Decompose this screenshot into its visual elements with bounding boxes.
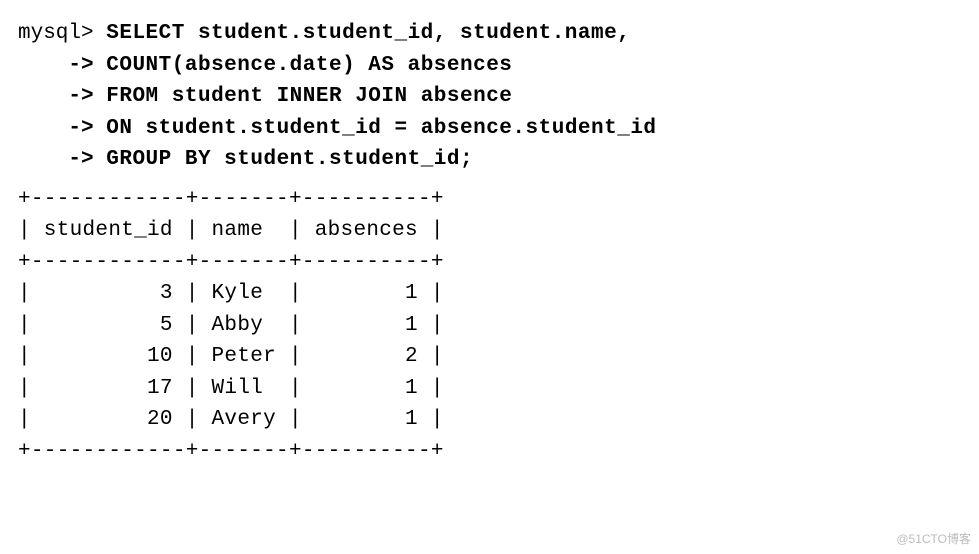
sql-line-1: SELECT student.student_id, student.name, [106,22,630,45]
table-header-row: | student_id | name | absences | [18,219,444,242]
table-row: | 3 | Kyle | 1 | [18,282,444,305]
sql-line-5: GROUP BY student.student_id; [106,148,473,171]
table-border-mid: +------------+-------+----------+ [18,251,444,274]
mysql-prompt: mysql> [18,22,94,45]
table-border-bottom: +------------+-------+----------+ [18,440,444,463]
table-border-top: +------------+-------+----------+ [18,188,444,211]
table-row: | 20 | Avery | 1 | [18,408,444,431]
continuation-arrow: -> [68,148,93,171]
continuation-arrow: -> [68,54,93,77]
sql-line-4: ON student.student_id = absence.student_… [106,117,656,140]
continuation-arrow: -> [68,85,93,108]
watermark-text: @51CTO博客 [896,530,971,548]
table-row: | 17 | Will | 1 | [18,377,444,400]
continuation-arrow: -> [68,117,93,140]
sql-line-2: COUNT(absence.date) AS absences [106,54,512,77]
table-row: | 5 | Abby | 1 | [18,314,444,337]
sql-query-block: mysql> SELECT student.student_id, studen… [18,18,961,176]
result-table-block: +------------+-------+----------+ | stud… [18,184,961,468]
sql-line-3: FROM student INNER JOIN absence [106,85,512,108]
table-row: | 10 | Peter | 2 | [18,345,444,368]
